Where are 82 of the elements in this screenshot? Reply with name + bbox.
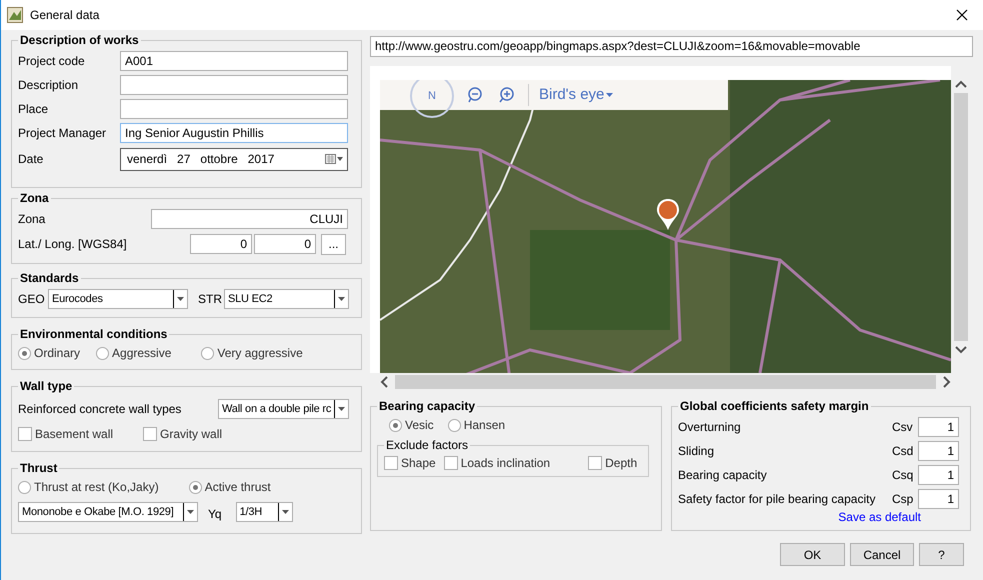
app-icon xyxy=(7,7,23,23)
map-pin-icon xyxy=(656,198,680,231)
input-field[interactable]: 1 xyxy=(918,465,959,485)
radio-button[interactable]: Vesic xyxy=(389,416,434,434)
save-as-default-link[interactable]: Save as default xyxy=(838,511,921,523)
caret-icon xyxy=(177,297,184,301)
dialog-button[interactable]: Cancel xyxy=(850,543,914,566)
chevron-down-icon xyxy=(955,345,967,354)
zoom-in-icon[interactable] xyxy=(498,87,514,103)
field-label: Overturning xyxy=(678,419,742,436)
field-label: Zona xyxy=(18,211,46,228)
chevron-left-icon xyxy=(380,376,389,388)
input-field[interactable]: 1 xyxy=(918,441,959,461)
date-field[interactable]: venerdì 27 ottobre 2017 xyxy=(120,148,348,170)
field-label: Lat./ Long. [WGS84] xyxy=(18,236,128,253)
input-field[interactable]: 0 xyxy=(190,234,252,254)
field-label: Description xyxy=(18,77,80,94)
checkbox[interactable]: Loads inclination xyxy=(444,454,550,472)
compass-button[interactable]: N xyxy=(410,80,454,118)
radio-button[interactable]: Active thrust xyxy=(188,478,271,496)
field-label: Csq xyxy=(892,467,914,484)
map-style-dropdown[interactable]: Bird's eye xyxy=(528,84,614,106)
group-title: Bearing capacity xyxy=(377,399,478,413)
dropdown[interactable]: 1/3H xyxy=(236,502,293,522)
field-label: Bearing capacity xyxy=(678,467,768,484)
group-title: Exclude factors xyxy=(384,438,470,452)
calendar-icon xyxy=(325,153,343,165)
field-label: Yq xyxy=(208,506,222,523)
field-label: Date xyxy=(18,151,44,168)
checkbox[interactable]: Depth xyxy=(588,454,638,472)
chevron-right-icon xyxy=(942,376,951,388)
radio-button[interactable]: Aggressive xyxy=(96,344,172,362)
caret-icon xyxy=(187,510,194,514)
input-field[interactable]: CLUJI xyxy=(151,209,348,229)
input-field[interactable] xyxy=(120,75,348,95)
dropdown[interactable]: Eurocodes xyxy=(48,289,188,309)
url-field[interactable]: http://www.geostru.com/geoapp/bingmaps.aspx?dest=CLUJI&zoom=16&movable=movable xyxy=(370,36,973,57)
group-title: Zona xyxy=(18,191,51,205)
dialog-button[interactable]: OK xyxy=(780,543,845,566)
radio-button[interactable]: Hansen xyxy=(448,416,506,434)
radio-button[interactable]: Thrust at rest (Ko,Jaky) xyxy=(18,478,159,496)
group-title: Global coefficients safety margin xyxy=(678,399,871,413)
field-label: GEO xyxy=(18,291,46,308)
checkbox[interactable]: Shape xyxy=(384,454,436,472)
field-label: Sliding xyxy=(678,443,716,460)
dropdown[interactable]: SLU EC2 xyxy=(224,289,349,309)
field-label: Place xyxy=(18,101,50,118)
field-label: Project Manager xyxy=(18,125,108,142)
field-label: STR xyxy=(198,291,223,308)
field-label: Csp xyxy=(892,491,914,508)
group-title: Environmental conditions xyxy=(18,327,170,341)
input-field[interactable]: 1 xyxy=(918,417,959,437)
field-label: Csv xyxy=(892,419,914,436)
input-field[interactable]: 0 xyxy=(254,234,316,254)
zoom-out-icon[interactable] xyxy=(468,87,484,103)
input-field[interactable]: Ing Senior Augustin Phillis xyxy=(120,123,348,143)
dropdown[interactable]: Wall on a double pile rc xyxy=(218,399,349,419)
group-title: Description of works xyxy=(18,33,141,47)
field-label: Project code xyxy=(18,53,86,70)
input-field[interactable] xyxy=(120,99,348,119)
caret-icon xyxy=(338,297,345,301)
group-title: Standards xyxy=(18,271,81,285)
field-label: Safety factor for pile bearing capacity xyxy=(678,491,876,508)
field-label: Csd xyxy=(892,443,914,460)
dialog-button[interactable]: ? xyxy=(919,543,964,566)
caret-icon xyxy=(282,510,289,514)
caret-icon xyxy=(606,93,614,97)
input-field[interactable]: A001 xyxy=(120,51,348,71)
field-label: Reinforced concrete wall types xyxy=(18,401,182,418)
radio-button[interactable]: Ordinary xyxy=(18,344,80,362)
browse-button[interactable]: ... xyxy=(321,234,346,254)
caret-icon xyxy=(338,407,345,411)
group-title: Wall type xyxy=(18,379,74,393)
close-icon xyxy=(956,9,968,21)
radio-button[interactable]: Very aggressive xyxy=(201,344,303,362)
checkbox[interactable]: Gravity wall xyxy=(143,425,222,443)
input-field[interactable]: 1 xyxy=(918,489,959,509)
window-title: General data xyxy=(30,7,100,24)
checkbox[interactable]: Basement wall xyxy=(18,425,114,443)
chevron-up-icon xyxy=(955,80,967,89)
dropdown[interactable]: Mononobe e Okabe [M.O. 1929] xyxy=(18,502,198,522)
group-title: Thrust xyxy=(18,461,60,475)
